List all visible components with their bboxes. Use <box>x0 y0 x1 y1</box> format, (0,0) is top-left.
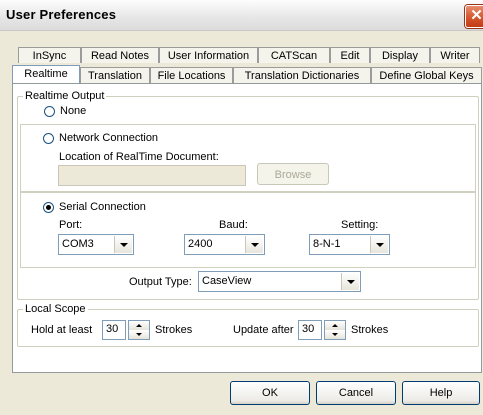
network-section: Network Connection Location of RealTime … <box>20 124 476 192</box>
location-field[interactable] <box>58 165 246 186</box>
port-label: Port: <box>59 219 83 231</box>
location-label: Location of RealTime Document: <box>59 151 219 163</box>
tab-translation[interactable]: Translation <box>80 67 150 83</box>
user-preferences-window: User Preferences ✕ InSync Read Notes Use… <box>0 0 483 415</box>
baud-select[interactable]: 2400 <box>184 234 265 255</box>
tab-catscan[interactable]: CATScan <box>258 47 330 63</box>
help-button[interactable]: Help <box>402 381 480 405</box>
setting-select[interactable]: 8-N-1 <box>309 234 390 255</box>
baud-label: Baud: <box>219 219 248 231</box>
output-type-value: CaseView <box>202 275 252 287</box>
tab-insync[interactable]: InSync <box>18 47 81 63</box>
network-label: Network Connection <box>59 132 159 144</box>
hold-strokes-label: Strokes <box>155 324 193 336</box>
tab-translation-dictionaries[interactable]: Translation Dictionaries <box>233 67 371 83</box>
close-button[interactable]: ✕ <box>465 5 483 28</box>
spin-up-icon[interactable] <box>325 321 345 330</box>
port-value: COM3 <box>62 238 94 250</box>
serial-radio[interactable] <box>43 202 54 213</box>
hold-spin-button[interactable] <box>128 320 150 340</box>
port-select[interactable]: COM3 <box>58 234 134 255</box>
output-type-select[interactable]: CaseView <box>198 271 361 292</box>
none-radio[interactable] <box>44 106 55 117</box>
tab-file-locations[interactable]: File Locations <box>150 67 233 83</box>
none-label: None <box>60 105 87 117</box>
setting-label: Setting: <box>341 219 379 231</box>
window-title: User Preferences <box>6 7 117 22</box>
hold-label: Hold at least <box>31 324 93 336</box>
cancel-button[interactable]: Cancel <box>316 381 396 405</box>
update-spin-button[interactable] <box>324 320 346 340</box>
tab-read-notes[interactable]: Read Notes <box>81 47 159 63</box>
realtime-output-group: Realtime Output None Network Connection … <box>17 90 479 300</box>
spin-down-icon[interactable] <box>129 330 149 339</box>
realtime-tab-panel: Realtime Output None Network Connection … <box>12 83 482 373</box>
network-radio[interactable] <box>43 133 54 144</box>
tab-realtime[interactable]: Realtime <box>12 65 80 83</box>
ok-button[interactable]: OK <box>230 381 310 405</box>
local-scope-group: Local Scope Hold at least 30 Strokes Upd… <box>17 303 479 347</box>
chevron-down-icon[interactable] <box>370 236 388 253</box>
output-type-label: Output Type: <box>129 276 192 288</box>
baud-value: 2400 <box>188 238 213 250</box>
chevron-down-icon[interactable] <box>341 273 359 290</box>
spin-down-icon[interactable] <box>325 330 345 339</box>
title-bar: User Preferences ✕ <box>0 0 483 31</box>
update-label: Update after <box>233 324 294 336</box>
realtime-output-legend: Realtime Output <box>23 90 107 102</box>
tab-writer[interactable]: Writer <box>430 47 480 63</box>
update-strokes-label: Strokes <box>351 324 389 336</box>
chevron-down-icon[interactable] <box>245 236 263 253</box>
spin-up-icon[interactable] <box>129 321 149 330</box>
close-icon: ✕ <box>470 7 483 24</box>
setting-value: 8-N-1 <box>313 238 341 250</box>
update-input[interactable]: 30 <box>298 320 322 340</box>
browse-button[interactable]: Browse <box>257 163 329 185</box>
tab-define-global-keys[interactable]: Define Global Keys <box>371 67 482 83</box>
hold-input[interactable]: 30 <box>102 320 126 340</box>
chevron-down-icon[interactable] <box>114 236 132 253</box>
serial-section: Serial Connection Port: COM3 Baud: 2400 … <box>20 192 476 268</box>
serial-label: Serial Connection <box>59 201 146 213</box>
local-scope-legend: Local Scope <box>23 303 88 315</box>
tab-user-information[interactable]: User Information <box>159 47 258 63</box>
tab-display[interactable]: Display <box>370 47 430 63</box>
tab-edit[interactable]: Edit <box>330 47 370 63</box>
